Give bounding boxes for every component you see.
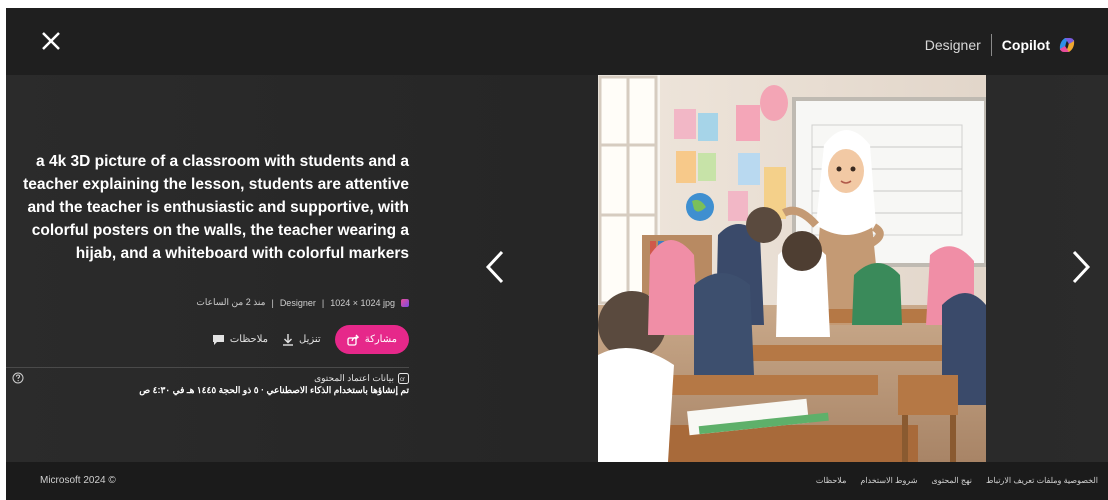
chevron-right-icon[interactable]: [1070, 249, 1092, 285]
credentials-detail: تم إنشاؤها باستخدام الذكاء الاصطناعي · ٥…: [139, 385, 409, 395]
copilot-link[interactable]: Copilot: [1002, 37, 1050, 53]
copilot-logo-icon: [1059, 38, 1075, 52]
generated-image[interactable]: [598, 75, 986, 462]
download-label: تنزيل: [299, 334, 321, 345]
footer-link-terms[interactable]: شروط الاستخدام: [860, 476, 917, 485]
meta-source: Designer: [279, 297, 316, 308]
download-button[interactable]: تنزيل: [282, 333, 321, 346]
feedback-button[interactable]: ملاحظات: [212, 334, 268, 346]
copyright-text: Microsoft 2024 ©: [40, 475, 116, 486]
share-button[interactable]: مشاركة: [334, 325, 409, 354]
section-divider: [6, 367, 409, 368]
comment-icon: [212, 334, 224, 345]
meta-time: منذ 2 من الساعات: [196, 297, 266, 307]
viewer-main: a 4k 3D picture of a classroom with stud…: [6, 75, 1108, 462]
credentials-icon: cr: [398, 372, 409, 384]
image-meta: منذ 2 من الساعات | Designer | 1024 × 102…: [196, 297, 409, 308]
download-icon: [283, 334, 294, 346]
meta-file: 1024 × 1024 jpg: [330, 297, 395, 308]
help-icon[interactable]: [12, 372, 24, 384]
action-bar: مشاركة تنزيل ملاحظات: [212, 325, 409, 354]
classroom-illustration: [598, 75, 986, 462]
footer-link-feedback[interactable]: ملاحظات: [816, 476, 847, 485]
designer-link[interactable]: Designer: [925, 37, 981, 53]
top-bar: Designer Copilot: [6, 8, 1108, 75]
prompt-text: a 4k 3D picture of a classroom with stud…: [23, 153, 409, 262]
footer-link-privacy[interactable]: الخصوصية وملفات تعريف الارتباط: [986, 476, 1098, 485]
meta-separator: |: [271, 297, 274, 308]
footer-links: الخصوصية وملفات تعريف الارتباط نهج المحت…: [816, 476, 1098, 485]
footer: Microsoft 2024 © الخصوصية وملفات تعريف ا…: [6, 462, 1108, 500]
image-viewer: Designer Copilot a 4k 3D picture of a cl…: [6, 8, 1108, 500]
chevron-left-icon[interactable]: [484, 249, 506, 285]
brand: Designer Copilot: [925, 34, 1078, 56]
share-label: مشاركة: [364, 334, 397, 345]
designer-logo-icon: [401, 298, 409, 307]
svg-text:cr: cr: [400, 377, 405, 383]
content-credentials: بيانات اعتماد المحتوى cr تم إنشاؤها باست…: [139, 372, 409, 396]
share-icon: [347, 334, 359, 346]
meta-separator: |: [321, 297, 325, 308]
close-icon[interactable]: [36, 26, 66, 56]
brand-separator: [990, 34, 992, 56]
credentials-title: بيانات اعتماد المحتوى: [314, 373, 394, 383]
feedback-label: ملاحظات: [229, 334, 269, 345]
footer-link-content-policy[interactable]: نهج المحتوى: [931, 476, 972, 485]
